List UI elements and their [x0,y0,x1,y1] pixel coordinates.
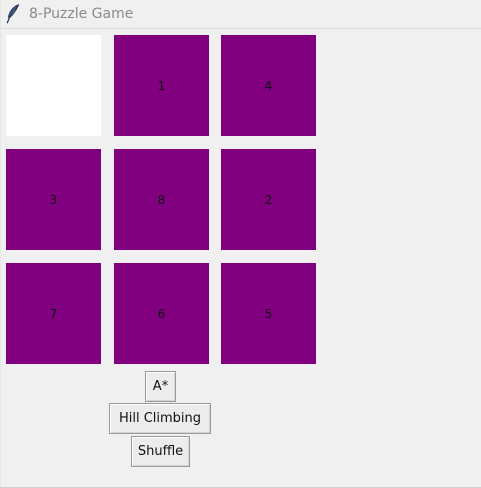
puzzle-tile[interactable]: 1 [114,35,209,136]
feather-icon [6,4,20,24]
puzzle-tile[interactable]: 8 [114,149,209,250]
tile-label: 4 [264,78,273,93]
shuffle-button[interactable]: Shuffle [131,436,190,467]
window-title: 8-Puzzle Game [29,6,134,22]
puzzle-tile[interactable]: 6 [114,263,209,364]
puzzle-tile[interactable]: 3 [6,149,101,250]
tile-label: 1 [157,78,166,93]
puzzle-tile[interactable]: 2 [221,149,316,250]
tile-label: 5 [264,306,273,321]
hill-climbing-button[interactable]: Hill Climbing [109,403,211,434]
tile-label: 6 [157,306,166,321]
puzzle-tile[interactable]: 7 [6,263,101,364]
astar-button[interactable]: A* [145,371,176,402]
tile-label: 7 [49,306,58,321]
puzzle-tile[interactable]: 4 [221,35,316,136]
tile-label: 8 [157,192,166,207]
puzzle-tile[interactable]: 5 [221,263,316,364]
tile-label: 3 [49,192,58,207]
puzzle-tile-blank[interactable] [6,35,101,136]
title-bar: 8-Puzzle Game [1,0,481,29]
tile-label: 2 [264,192,273,207]
